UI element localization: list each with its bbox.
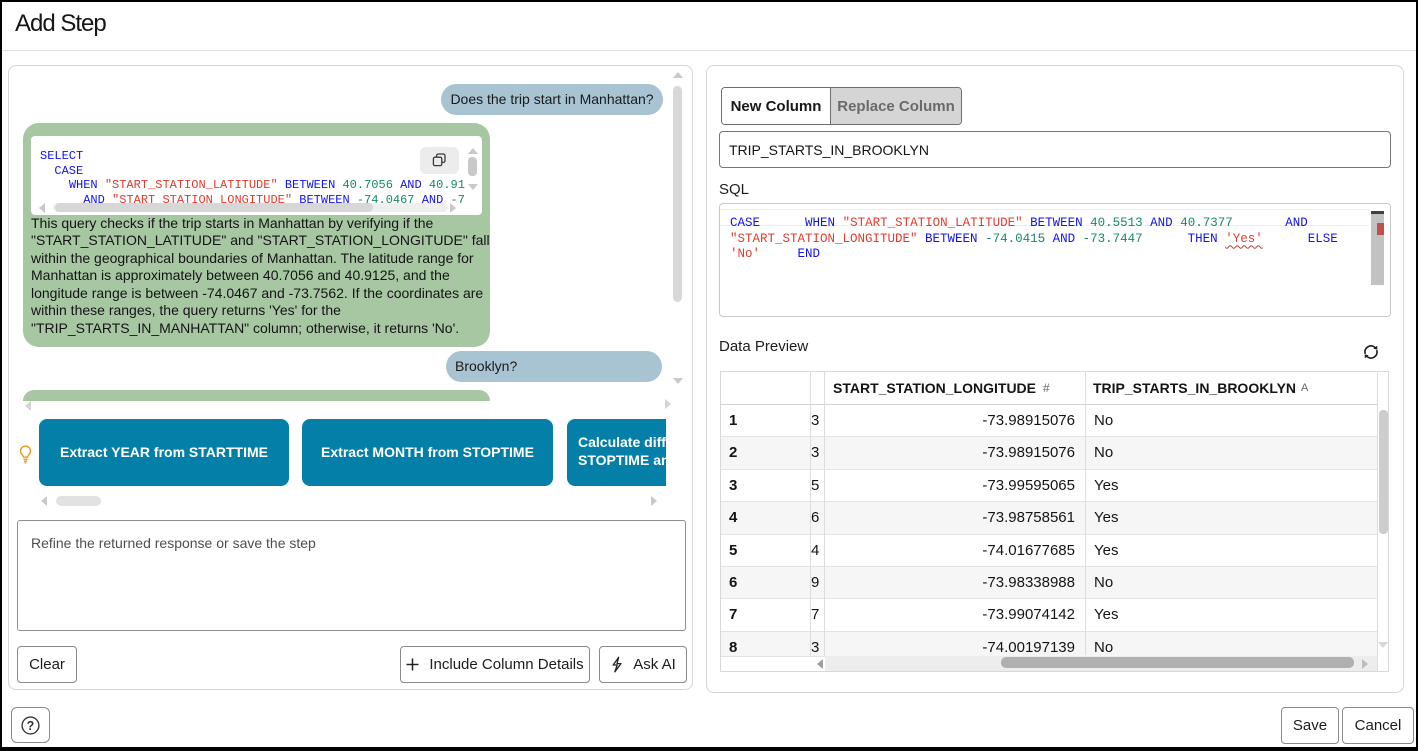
svg-text:?: ? [27,719,35,733]
